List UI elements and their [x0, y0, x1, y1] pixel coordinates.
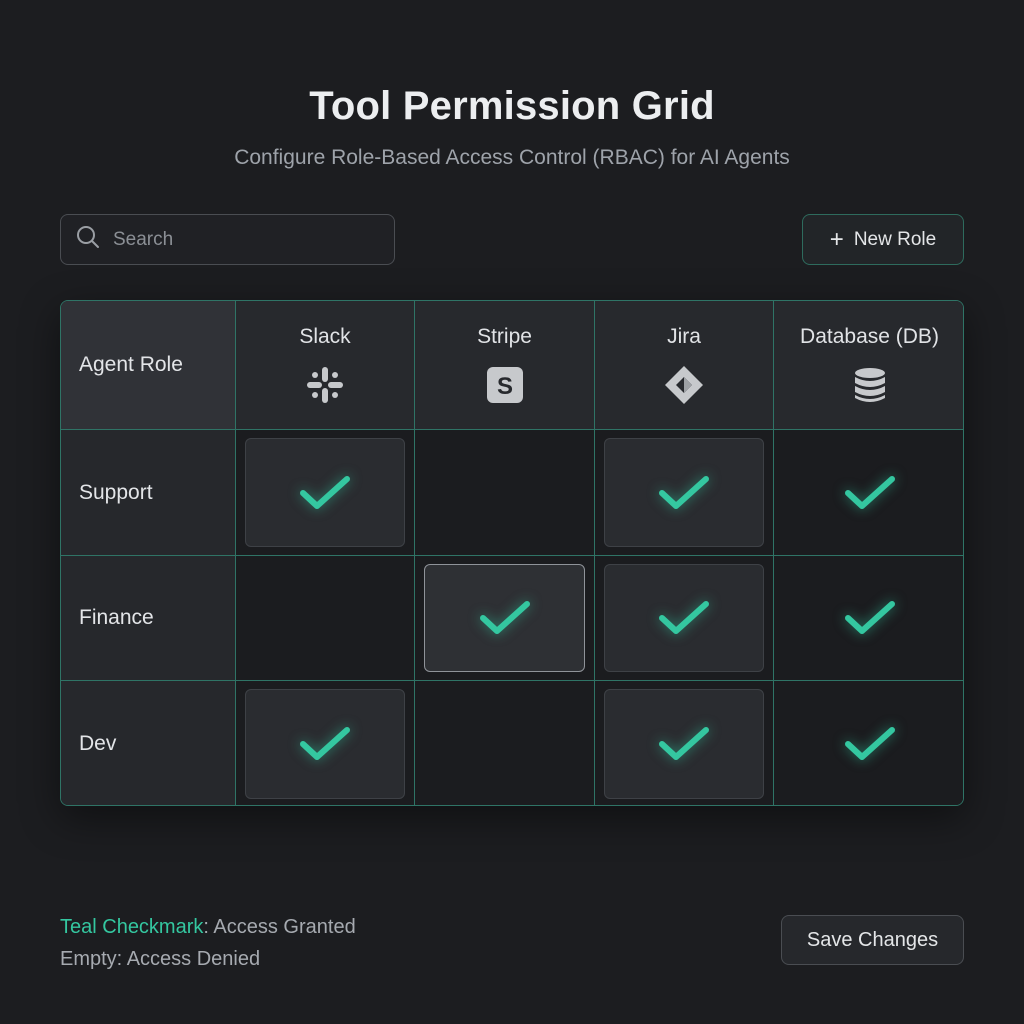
new-role-label: New Role	[853, 228, 937, 250]
legend-denied: Empty: Access Denied	[60, 948, 261, 970]
page-title: Tool Permission Grid	[309, 84, 715, 128]
column-header-slack: Slack	[236, 301, 415, 430]
database-icon	[850, 365, 890, 405]
plus-icon: +	[829, 225, 844, 253]
save-changes-label: Save Changes	[806, 928, 939, 951]
stripe-icon: S	[485, 365, 525, 405]
permission-cell-finance-slack[interactable]	[236, 556, 415, 681]
row-header-support: Support	[61, 430, 236, 556]
column-header-label: Slack	[299, 325, 351, 348]
checkmark-icon	[659, 727, 709, 760]
column-header-label: Jira	[667, 325, 701, 348]
slack-icon	[305, 365, 345, 405]
permission-cell-finance-stripe[interactable]	[415, 556, 595, 681]
permission-cell-support-jira[interactable]	[595, 430, 774, 556]
permission-cell-dev-slack[interactable]	[236, 681, 415, 805]
jira-icon	[664, 365, 704, 405]
column-header-stripe: Stripe S	[415, 301, 595, 430]
new-role-button[interactable]: + New Role	[802, 214, 964, 265]
legend: Teal Checkmark: Access Granted Empty: Ac…	[60, 911, 356, 975]
column-header-label: Stripe	[477, 325, 532, 348]
search-input[interactable]	[113, 228, 363, 251]
role-label: Support	[79, 480, 153, 504]
permission-cell-dev-stripe[interactable]	[415, 681, 595, 805]
legend-granted: Teal Checkmark: Access Granted	[60, 911, 356, 943]
permission-grid: Agent Role Slack Stripe S Jira Database …	[60, 300, 964, 806]
checkmark-icon	[300, 727, 350, 760]
svg-text:S: S	[496, 373, 512, 400]
column-header-label: Database (DB)	[800, 325, 939, 348]
checkmark-icon	[479, 601, 530, 634]
role-label: Finance	[79, 606, 154, 629]
row-header-finance: Finance	[61, 556, 236, 681]
column-header-database: Database (DB)	[774, 301, 963, 430]
checkmark-icon	[844, 601, 895, 634]
role-label: Dev	[79, 732, 117, 755]
permission-cell-support-stripe[interactable]	[415, 430, 595, 556]
permission-cell-finance-database[interactable]	[774, 556, 963, 681]
search-box[interactable]	[60, 214, 395, 265]
save-changes-button[interactable]: Save Changes	[781, 915, 964, 965]
checkmark-icon	[844, 727, 895, 760]
permission-cell-dev-jira[interactable]	[595, 681, 774, 805]
checkmark-icon	[659, 475, 709, 509]
permission-cell-support-slack[interactable]	[236, 430, 415, 556]
search-icon	[75, 224, 101, 255]
checkmark-icon	[659, 601, 709, 634]
agent-role-header: Agent Role	[61, 301, 236, 430]
column-header-jira: Jira	[595, 301, 774, 430]
permission-cell-dev-database[interactable]	[774, 681, 963, 805]
permission-cell-finance-jira[interactable]	[595, 556, 774, 681]
permission-cell-support-database[interactable]	[774, 430, 963, 556]
legend-granted-value: : Access Granted	[203, 916, 356, 938]
page-subtitle: Configure Role-Based Access Control (RBA…	[234, 146, 790, 169]
checkmark-icon	[844, 475, 895, 509]
row-header-dev: Dev	[61, 681, 236, 805]
agent-role-header-label: Agent Role	[79, 353, 183, 376]
legend-granted-key: Teal Checkmark	[60, 916, 204, 938]
checkmark-icon	[300, 475, 350, 509]
